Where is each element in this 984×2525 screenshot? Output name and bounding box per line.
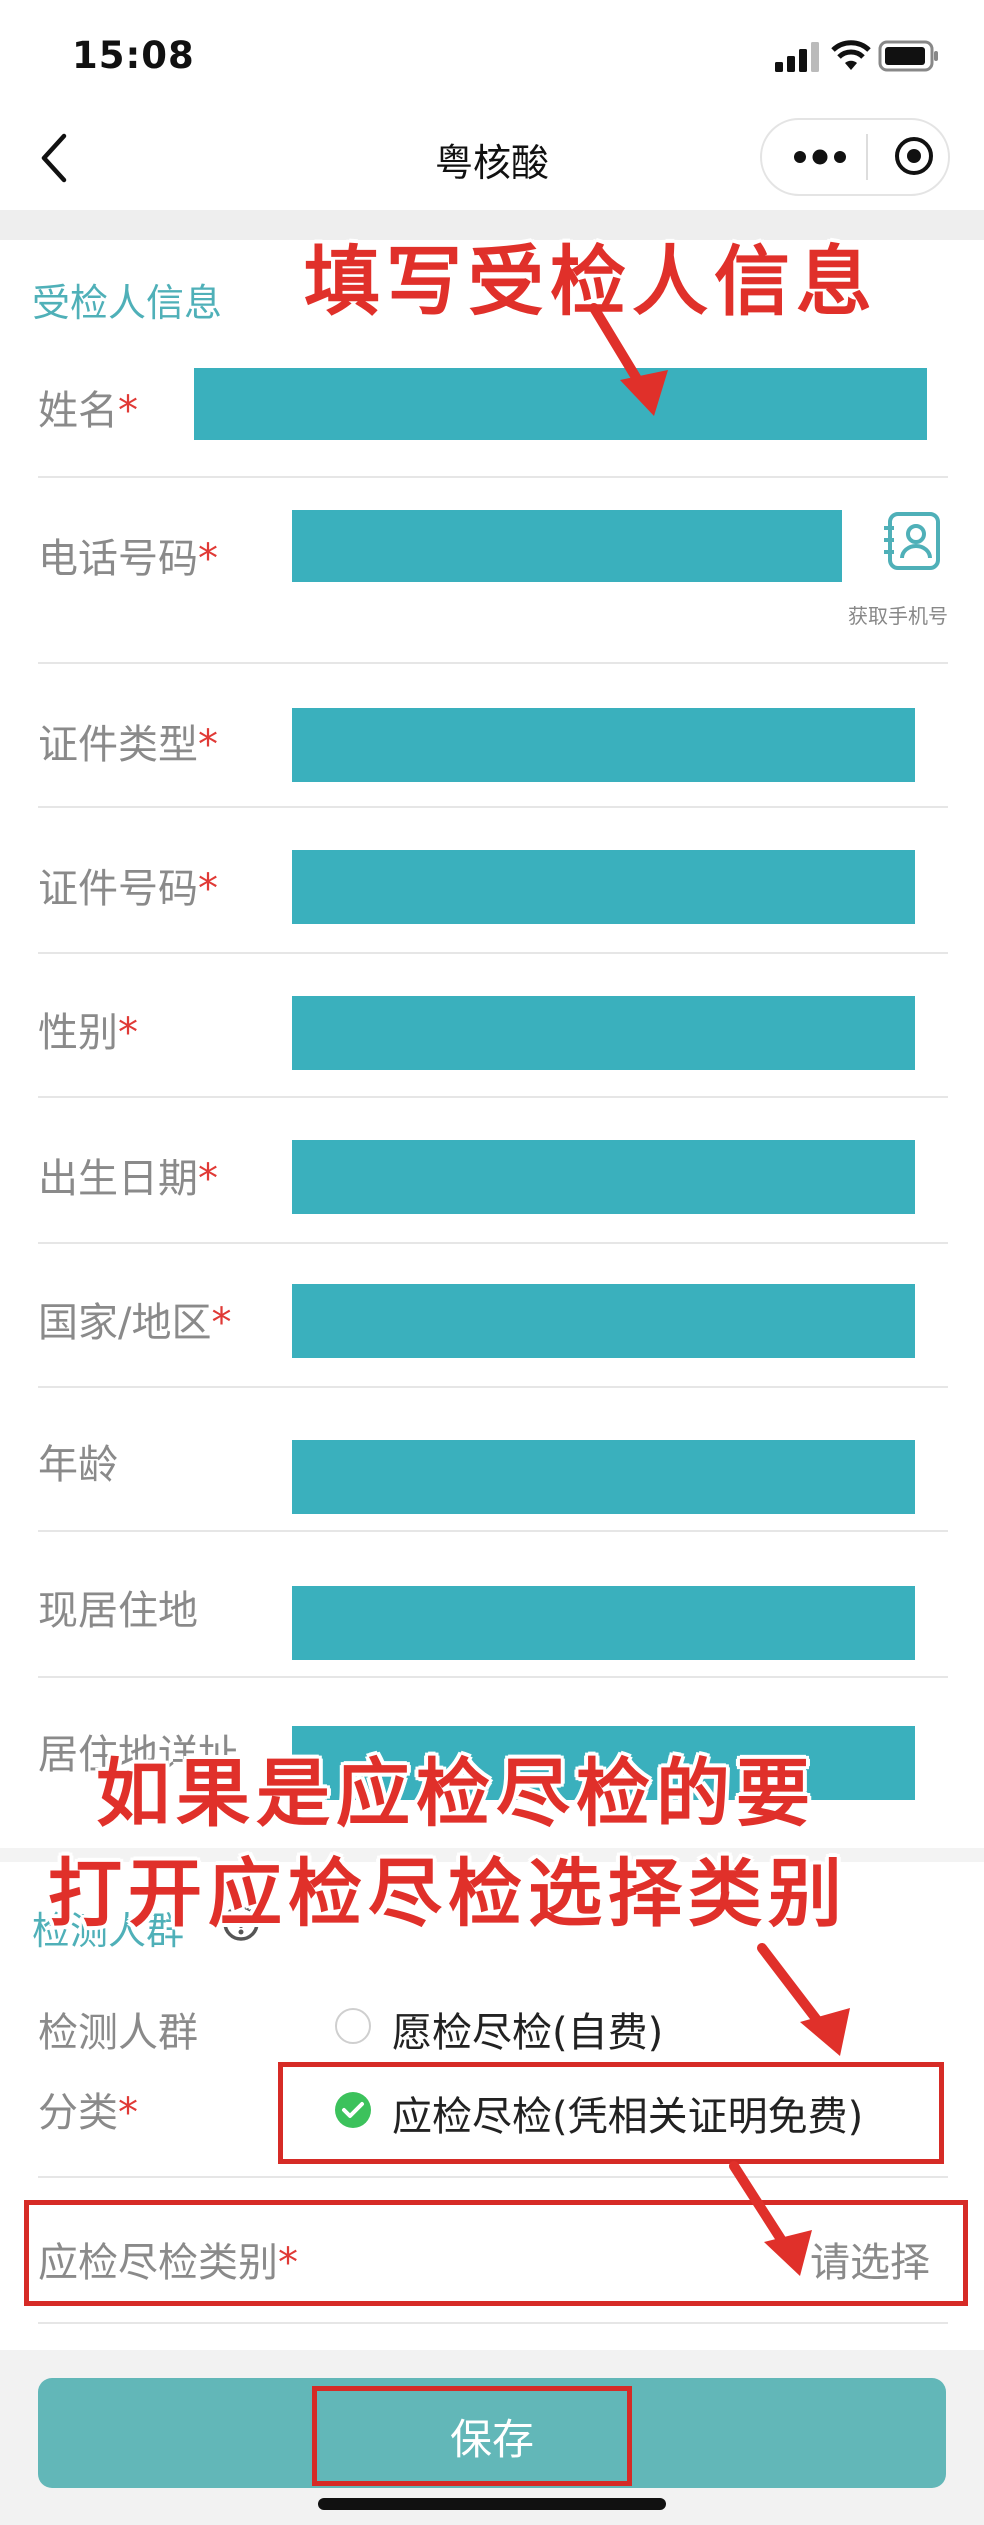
divider [38, 1530, 948, 1532]
field-label-id-number: 证件号码* [38, 866, 218, 912]
highlight-box-mandatory [278, 2062, 944, 2164]
id-number-input[interactable] [292, 850, 915, 924]
close-target-icon[interactable] [894, 136, 934, 176]
divider [38, 1386, 948, 1388]
field-label-phone: 电话号码* [38, 536, 218, 582]
field-label-birthdate: 出生日期* [38, 1156, 218, 1202]
signal-icon [775, 42, 819, 72]
field-label-country: 国家/地区* [38, 1300, 232, 1346]
divider [38, 952, 948, 954]
annotation-arrow-middle [757, 1943, 850, 2056]
divider [38, 476, 948, 478]
annotation-arrow-top [589, 303, 668, 416]
group-label-line1: 检测人群 [38, 2010, 198, 2056]
annotation-arrow-lower [729, 2161, 812, 2276]
birthdate-input[interactable] [292, 1140, 915, 1214]
phone-input[interactable] [292, 510, 842, 582]
annotation-bottom-line1: 如果是应检尽检的要 [96, 1751, 816, 1837]
id-type-input[interactable] [292, 708, 915, 782]
field-label-residence: 现居住地 [38, 1588, 198, 1634]
divider [38, 1676, 948, 1678]
name-input[interactable] [194, 368, 927, 440]
age-input[interactable] [292, 1440, 915, 1514]
battery-icon [878, 40, 938, 72]
wifi-icon [831, 40, 871, 70]
divider [38, 806, 948, 808]
field-label-gender: 性别* [38, 1010, 138, 1056]
section-title-examinee: 受检人信息 [32, 281, 223, 325]
annotation-bottom-line2: 打开应检尽检选择类别 [48, 1851, 848, 1937]
divider [38, 1242, 948, 1244]
divider [38, 1096, 948, 1098]
field-label-id-type: 证件类型* [38, 722, 218, 768]
status-time: 15:08 [72, 34, 195, 77]
capsule-divider [866, 134, 868, 180]
radio-voluntary[interactable] [335, 2008, 371, 2044]
contact-card-icon[interactable] [880, 510, 942, 574]
more-dots-icon[interactable] [790, 146, 850, 168]
home-indicator [318, 2498, 666, 2510]
field-label-name: 姓名* [38, 388, 138, 434]
highlight-box-save [312, 2386, 632, 2486]
group-label-line2: 分类* [38, 2090, 138, 2136]
option-voluntary-label[interactable]: 愿检尽检(自费) [392, 2000, 663, 2058]
get-phone-label[interactable]: 获取手机号 [848, 600, 948, 629]
divider [38, 662, 948, 664]
field-label-age: 年龄 [38, 1442, 118, 1488]
gender-input[interactable] [292, 996, 915, 1070]
residence-input[interactable] [292, 1586, 915, 1660]
divider [38, 2322, 948, 2324]
country-input[interactable] [292, 1284, 915, 1358]
